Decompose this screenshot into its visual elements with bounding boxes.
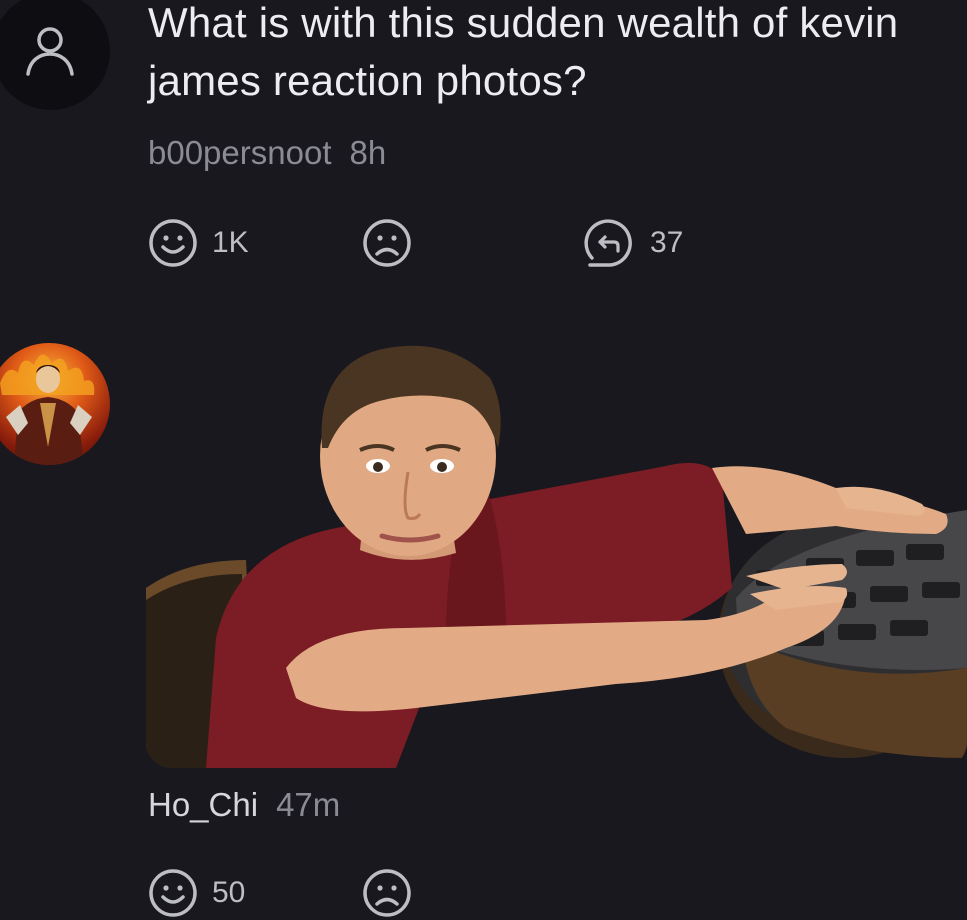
post-dislike-button[interactable] <box>362 218 412 268</box>
post-reply-count: 37 <box>650 226 684 259</box>
post-like-count: 1K <box>212 226 249 259</box>
post-title: What is with this sudden wealth of kevin… <box>148 0 899 104</box>
post-reply-button[interactable]: 37 <box>584 218 683 268</box>
comment-image[interactable] <box>146 338 967 768</box>
frown-icon <box>363 869 411 917</box>
screen: What is with this sudden wealth of kevin… <box>0 0 967 920</box>
comment-meta: Ho_Chi 47m <box>148 786 340 824</box>
post-time: 8h <box>349 134 387 171</box>
post-author[interactable]: b00persnoot <box>148 134 331 171</box>
smile-icon <box>149 869 197 917</box>
post-like-button[interactable]: 1K <box>148 218 249 268</box>
comment-author[interactable]: Ho_Chi <box>148 786 258 823</box>
smile-icon <box>149 219 197 267</box>
comment-dislike-button[interactable] <box>362 868 412 918</box>
comment-like-button[interactable]: 50 <box>148 868 245 918</box>
user-outline-icon <box>26 27 74 76</box>
reply-icon <box>584 219 632 267</box>
comment-avatar[interactable] <box>0 343 110 465</box>
post-avatar[interactable] <box>0 0 110 110</box>
avatar-figure-image <box>0 354 95 465</box>
post-meta: b00persnoot 8h <box>148 134 386 172</box>
frown-icon <box>363 219 411 267</box>
comment-like-count: 50 <box>212 876 246 909</box>
comment-time: 47m <box>276 786 341 823</box>
reaction-photo <box>146 345 967 768</box>
